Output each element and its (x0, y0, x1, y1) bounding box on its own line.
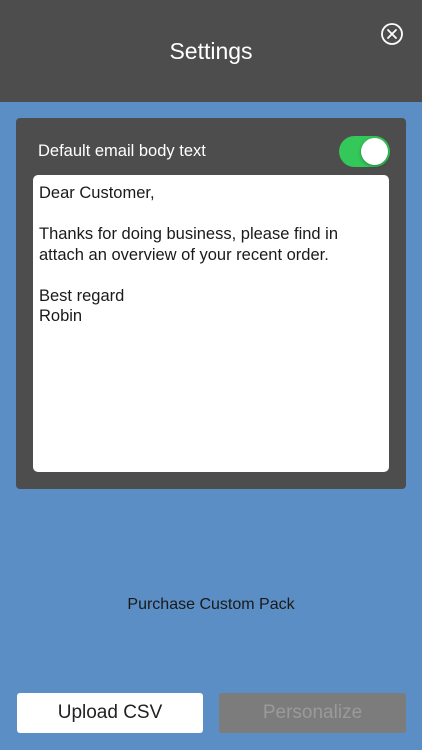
email-body-textarea[interactable]: Dear Customer, Thanks for doing business… (33, 175, 389, 472)
personalize-button[interactable]: Personalize (219, 693, 406, 733)
close-circle-icon (381, 23, 403, 45)
toggle-knob (361, 138, 388, 165)
email-body-toggle[interactable] (339, 136, 390, 167)
email-body-label: Default email body text (38, 142, 206, 160)
email-settings-card: Default email body text Dear Customer, T… (16, 118, 406, 489)
page-title: Settings (169, 38, 253, 64)
close-button[interactable] (380, 22, 404, 46)
header-bar: Settings (0, 0, 422, 102)
purchase-custom-pack-link[interactable]: Purchase Custom Pack (0, 596, 422, 614)
upload-csv-button[interactable]: Upload CSV (17, 693, 203, 733)
